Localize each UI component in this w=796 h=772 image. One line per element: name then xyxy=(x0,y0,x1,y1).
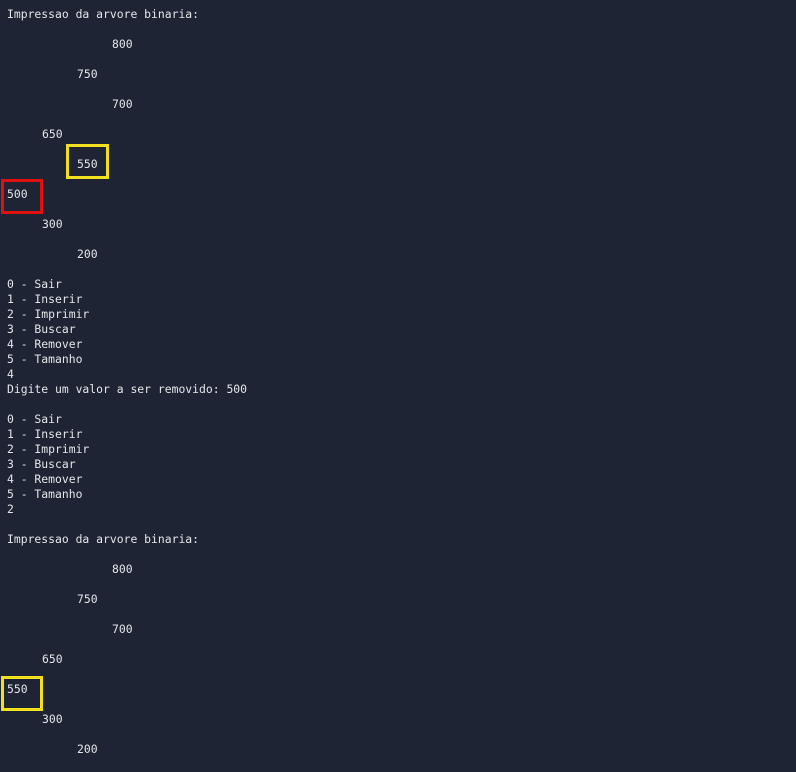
tree-header: Impressao da arvore binaria: xyxy=(7,532,200,546)
tree-node-700: 700 xyxy=(112,622,133,636)
tree-node-650: 650 xyxy=(42,127,63,141)
highlight-box-red xyxy=(1,179,43,214)
remove-prompt: Digite um valor a ser removido: 500 xyxy=(7,382,248,396)
menu-option-sair: 0 - Sair xyxy=(7,277,62,291)
tree-node-300: 300 xyxy=(42,217,63,231)
menu-option-imprimir: 2 - Imprimir xyxy=(7,307,90,321)
menu-option-buscar: 3 - Buscar xyxy=(7,457,76,471)
user-input-choice: 4 xyxy=(7,367,14,381)
menu-option-imprimir: 2 - Imprimir xyxy=(7,442,90,456)
tree-node-800: 800 xyxy=(112,562,133,576)
tree-header: Impressao da arvore binaria: xyxy=(7,7,200,21)
highlight-box-yellow xyxy=(1,676,43,711)
menu-option-tamanho: 5 - Tamanho xyxy=(7,487,83,501)
menu-option-buscar: 3 - Buscar xyxy=(7,322,76,336)
menu-option-inserir: 1 - Inserir xyxy=(7,427,83,441)
menu-option-inserir: 1 - Inserir xyxy=(7,292,83,306)
menu-option-remover: 4 - Remover xyxy=(7,472,83,486)
user-input-choice: 2 xyxy=(7,502,14,516)
tree-node-700: 700 xyxy=(112,97,133,111)
tree-node-300: 300 xyxy=(42,712,63,726)
tree-node-200: 200 xyxy=(77,247,98,261)
highlight-box-yellow xyxy=(66,144,109,179)
menu-option-sair: 0 - Sair xyxy=(7,412,62,426)
tree-node-750: 750 xyxy=(77,592,98,606)
tree-node-200: 200 xyxy=(77,742,98,756)
tree-node-650: 650 xyxy=(42,652,63,666)
menu-option-remover: 4 - Remover xyxy=(7,337,83,351)
tree-node-750: 750 xyxy=(77,67,98,81)
menu-option-tamanho: 5 - Tamanho xyxy=(7,352,83,366)
tree-node-800: 800 xyxy=(112,37,133,51)
